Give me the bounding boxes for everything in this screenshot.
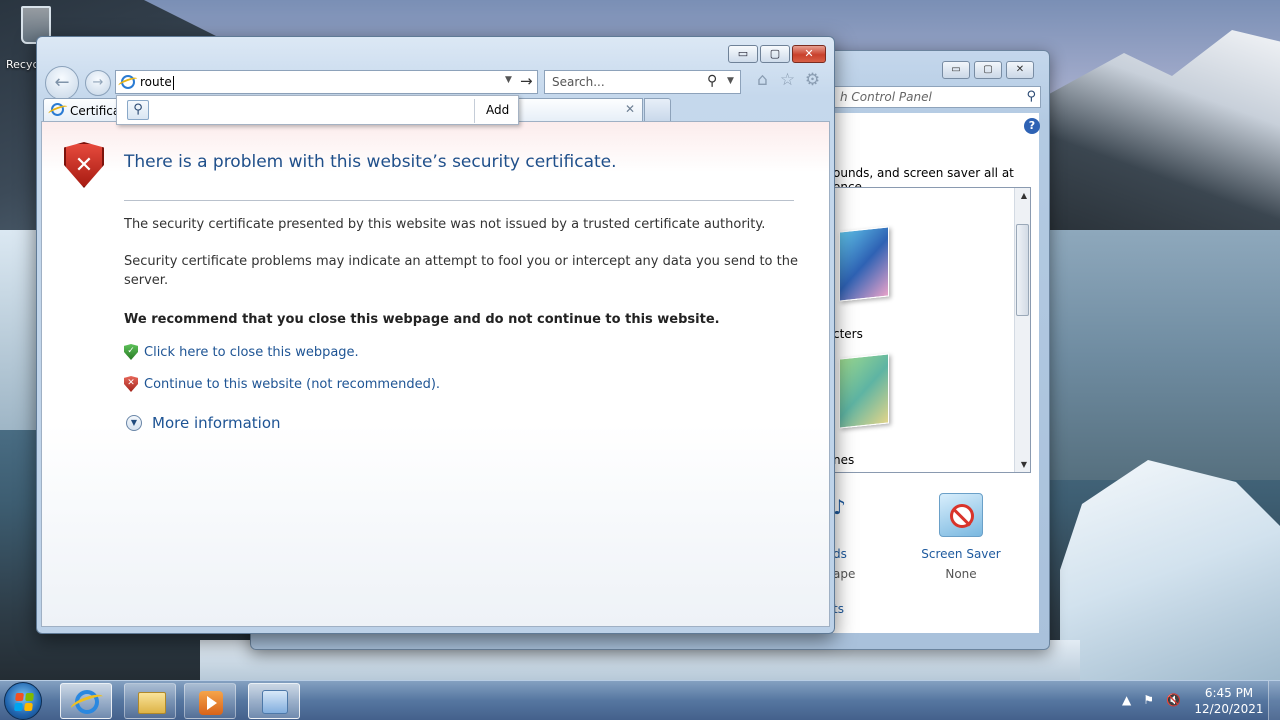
desktop-wallpaper-ice-left: [0, 230, 40, 430]
tab-ie-icon: [51, 103, 64, 116]
go-arrow-icon[interactable]: →: [520, 72, 533, 90]
cp-search-placeholder: h Control Panel: [840, 90, 932, 104]
clock-time: 6:45 PM: [1204, 686, 1254, 700]
clock-date: 12/20/2021: [1194, 702, 1264, 716]
show-desktop-button[interactable]: [1268, 681, 1280, 720]
scroll-down-icon[interactable]: ▼: [1021, 460, 1027, 469]
internet-explorer-icon: [75, 690, 99, 714]
screen-saver-link[interactable]: Screen Saver: [911, 547, 1011, 561]
sounds-label[interactable]: ds: [833, 547, 847, 561]
scrollbar-thumb[interactable]: [1016, 224, 1029, 316]
green-shield-icon: ✓: [124, 344, 138, 360]
close-webpage-row: ✓ Click here to close this webpage.: [124, 344, 359, 360]
autocomplete-divider: [474, 99, 475, 123]
title-divider: [124, 200, 794, 201]
cp-maximize-button[interactable]: ▢: [974, 61, 1002, 79]
taskbar-media-player[interactable]: [184, 683, 236, 719]
favorites-star-icon[interactable]: ☆: [778, 70, 797, 90]
arrow-right-icon: →: [92, 75, 104, 90]
desktop-wallpaper-ice: [1060, 460, 1280, 680]
add-search-provider-button[interactable]: Add: [486, 103, 509, 117]
action-center-flag-icon[interactable]: ⚑: [1143, 693, 1154, 707]
search-icon[interactable]: ⚲: [1026, 89, 1036, 104]
continue-website-link[interactable]: Continue to this website (not recommende…: [144, 377, 440, 392]
error-description: The security certificate presented by th…: [124, 217, 766, 232]
windows-logo-icon: [14, 693, 34, 711]
control-panel-window-controls: ▭ ▢ ✕: [942, 61, 1034, 79]
cp-close-button[interactable]: ✕: [1006, 61, 1034, 79]
screen-saver-icon[interactable]: [939, 493, 983, 537]
maximize-button[interactable]: ▢: [760, 45, 790, 63]
error-warning: Security certificate problems may indica…: [124, 254, 798, 288]
gear-icon[interactable]: ⚙: [803, 70, 822, 90]
cp-minimize-button[interactable]: ▭: [942, 61, 970, 79]
page-title: There is a problem with this website’s s…: [124, 152, 617, 172]
internet-explorer-window[interactable]: ▭ ▢ ✕ ← → route ▼ → Search... ⚲ ▼ ⌂ ☆ ⚙ …: [36, 36, 835, 634]
ie-logo-icon: [121, 75, 135, 89]
address-dropdown-icon[interactable]: ▼: [505, 75, 512, 85]
search-suggestion-icon[interactable]: ⚲: [127, 100, 149, 120]
sounds-sub: ape: [833, 567, 856, 581]
taskbar-internet-explorer[interactable]: [60, 683, 112, 719]
desktop-wallpaper-mountain-right: [1040, 30, 1280, 260]
control-panel-icon: [262, 690, 288, 714]
more-information-toggle[interactable]: ▼ More information: [126, 414, 281, 432]
taskbar: ▲ ⚑ 🔇 6:45 PM 12/20/2021: [0, 680, 1280, 720]
theme-thumbnail-characters[interactable]: [839, 226, 889, 302]
volume-muted-icon[interactable]: 🔇: [1166, 693, 1181, 707]
start-button[interactable]: [4, 682, 42, 720]
search-dropdown-icon[interactable]: ▼: [727, 76, 734, 86]
tab-close-icon[interactable]: ✕: [625, 102, 635, 116]
taskbar-control-panel[interactable]: [248, 683, 300, 719]
home-icon[interactable]: ⌂: [753, 70, 772, 90]
search-box[interactable]: Search... ⚲ ▼: [544, 70, 741, 94]
show-hidden-icons-icon[interactable]: ▲: [1122, 693, 1131, 707]
more-information-label: More information: [152, 414, 281, 432]
address-input[interactable]: route: [140, 75, 172, 89]
close-button[interactable]: ✕: [792, 45, 826, 63]
ie-window-controls: ▭ ▢ ✕: [728, 45, 826, 63]
system-tray: ▲ ⚑ 🔇: [1122, 693, 1181, 707]
chevron-down-icon: ▼: [126, 415, 142, 431]
close-webpage-link[interactable]: Click here to close this webpage.: [144, 345, 359, 360]
theme-label-characters: cters: [833, 327, 863, 341]
taskbar-windows-explorer[interactable]: [124, 683, 176, 719]
new-tab-button[interactable]: [644, 98, 671, 122]
scroll-up-icon[interactable]: ▲: [1021, 191, 1027, 200]
search-icon[interactable]: ⚲: [707, 73, 717, 89]
help-icon[interactable]: ?: [1024, 118, 1040, 134]
text-caret: [172, 75, 174, 90]
address-bar[interactable]: route ▼ →: [115, 70, 538, 94]
recommendation-text: We recommend that you close this webpage…: [124, 312, 720, 327]
theme-thumbnail-scenes[interactable]: [839, 353, 889, 429]
theme-label-scenes: nes: [833, 453, 855, 467]
search-input[interactable]: Search...: [552, 75, 605, 89]
desktop-wallpaper-water: [1040, 230, 1280, 480]
autocomplete-popup: ⚲ Add: [116, 95, 519, 125]
certificate-error-page: ✕ There is a problem with this website’s…: [41, 121, 830, 627]
recycle-bin-label: Recyc: [6, 58, 39, 71]
back-button[interactable]: ←: [45, 66, 79, 100]
media-player-icon: [199, 691, 223, 715]
continue-website-row: ✕ Continue to this website (not recommen…: [124, 376, 440, 392]
folder-icon: [138, 692, 166, 714]
system-clock[interactable]: 6:45 PM 12/20/2021: [1190, 685, 1268, 717]
toolbar-icons: ⌂ ☆ ⚙: [753, 70, 822, 90]
control-panel-search-input[interactable]: h Control Panel ⚲: [833, 86, 1041, 108]
screen-saver-value: None: [945, 567, 977, 581]
arrow-left-icon: ←: [54, 72, 70, 93]
forward-button[interactable]: →: [85, 70, 111, 96]
minimize-button[interactable]: ▭: [728, 45, 758, 63]
red-shield-icon: ✕: [124, 376, 138, 392]
error-shield-icon: ✕: [64, 142, 104, 188]
